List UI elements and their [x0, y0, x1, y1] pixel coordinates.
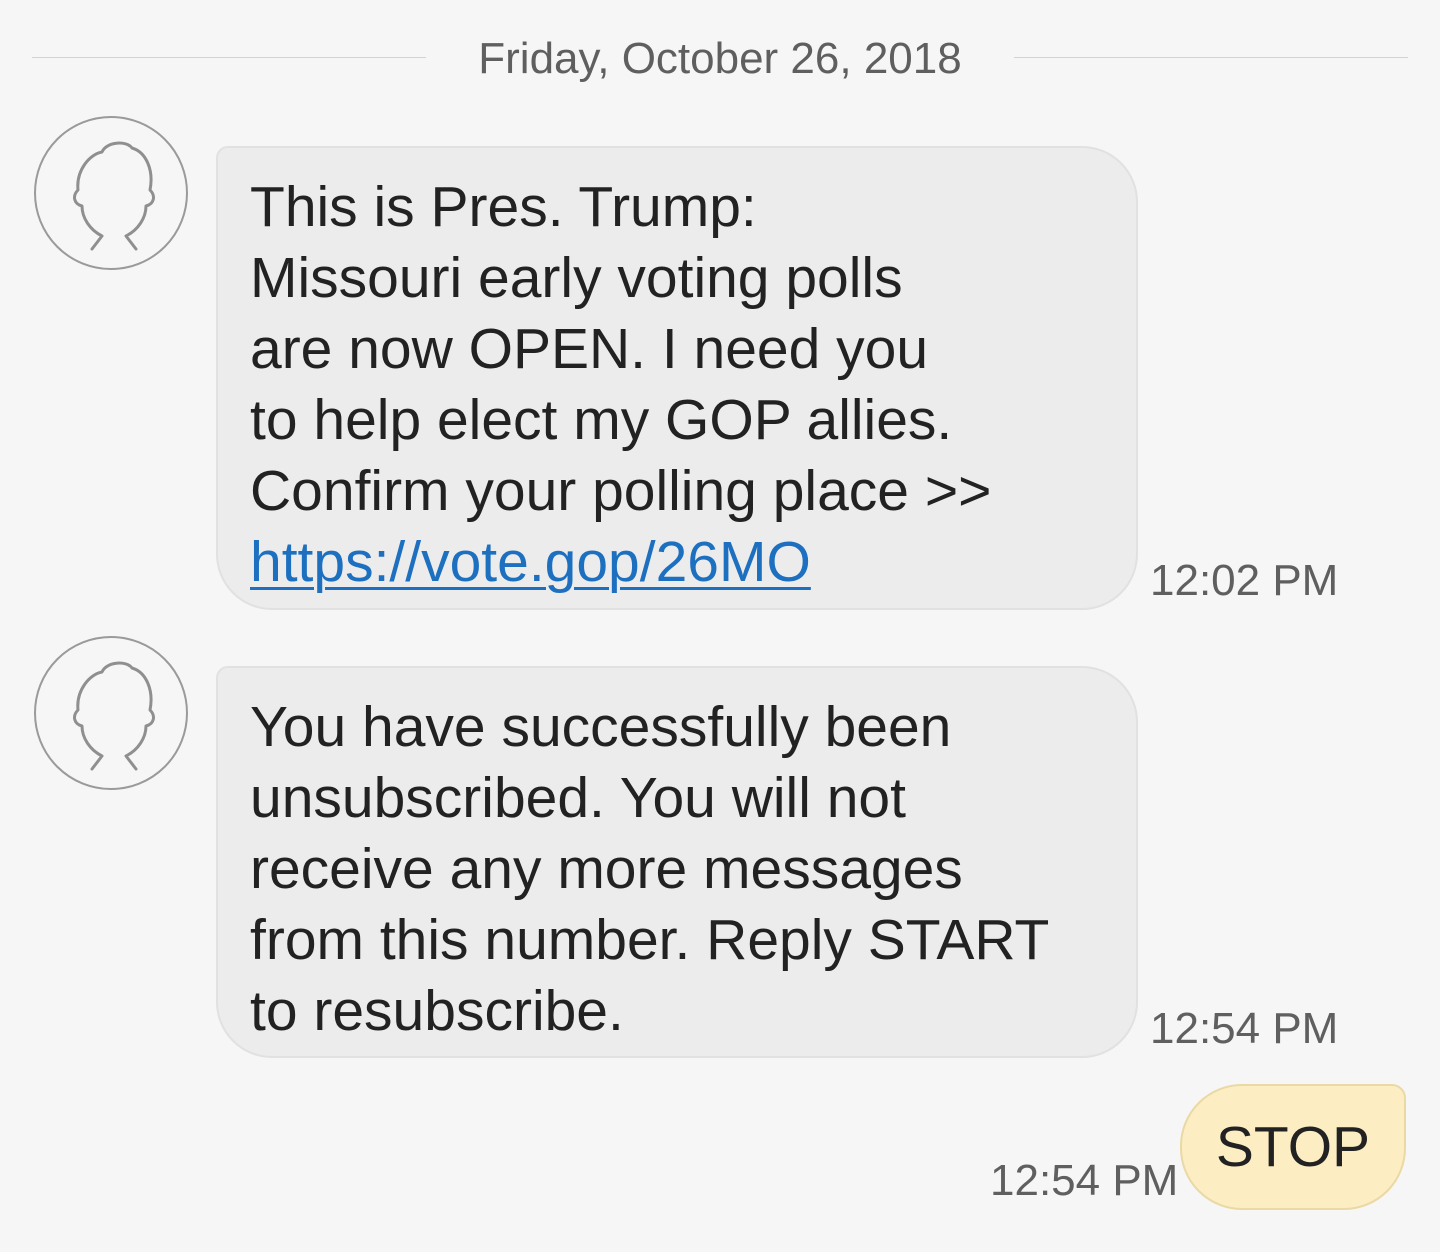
- message-line: to resubscribe.: [250, 979, 624, 1043]
- contact-avatar[interactable]: [34, 116, 188, 270]
- person-outline-icon: [73, 661, 155, 771]
- date-divider: Friday, October 26, 2018: [32, 28, 1408, 88]
- contact-avatar[interactable]: [34, 636, 188, 790]
- date-label: Friday, October 26, 2018: [478, 34, 962, 83]
- message-line: You have successfully been: [250, 695, 952, 759]
- message-timestamp: 12:02 PM: [1150, 556, 1339, 605]
- message-text: STOP: [1215, 1115, 1371, 1179]
- message-line: Missouri early voting polls: [250, 246, 903, 310]
- person-outline-icon: [73, 141, 155, 251]
- message-line: Confirm your polling place >>: [250, 459, 992, 523]
- message-timestamp: 12:54 PM: [990, 1156, 1179, 1205]
- message-line: to help elect my GOP allies.: [250, 388, 953, 452]
- message-line: are now OPEN. I need you: [250, 317, 929, 381]
- message-timestamp: 12:54 PM: [1150, 1004, 1339, 1053]
- incoming-message-bubble[interactable]: This is Pres. Trump: Missouri early voti…: [216, 146, 1138, 610]
- polling-place-link[interactable]: https://vote.gop/26MO: [250, 530, 811, 594]
- outgoing-message-bubble[interactable]: STOP: [1180, 1084, 1406, 1210]
- divider-line-right: [1014, 57, 1408, 58]
- message-line: receive any more messages: [250, 837, 963, 901]
- message-line: This is Pres. Trump:: [250, 175, 757, 239]
- message-line: from this number. Reply START: [250, 908, 1050, 972]
- message-line: unsubscribed. You will not: [250, 766, 906, 830]
- incoming-message-bubble[interactable]: You have successfully been unsubscribed.…: [216, 666, 1138, 1058]
